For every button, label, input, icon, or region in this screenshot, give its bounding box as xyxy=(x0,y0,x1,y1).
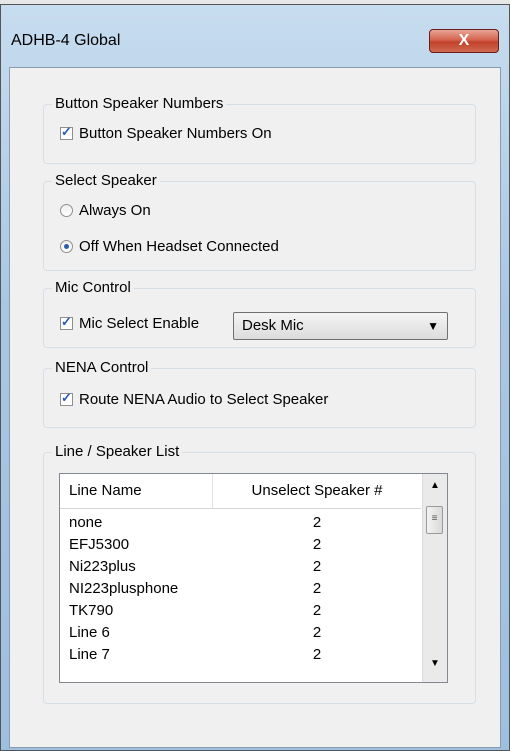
list-item[interactable]: NI223plusphone 2 xyxy=(60,578,421,600)
list-item[interactable]: Line 6 2 xyxy=(60,622,421,644)
cell-speaker-number: 2 xyxy=(312,646,322,663)
radio-off-when-headset[interactable]: Off When Headset Connected xyxy=(60,238,279,255)
listview-header: Line Name Unselect Speaker # xyxy=(60,474,421,509)
close-icon: X xyxy=(458,32,470,49)
route-nena-audio-row[interactable]: ✓ Route NENA Audio to Select Speaker xyxy=(60,390,329,408)
column-header-line-name[interactable]: Line Name xyxy=(60,474,213,508)
group-legend: Select Speaker xyxy=(52,172,160,189)
scroll-down-icon[interactable]: ▼ xyxy=(423,658,447,676)
cell-line-name: Line 7 xyxy=(69,646,110,663)
group-legend: Mic Control xyxy=(52,279,134,296)
cell-line-name: NI223plusphone xyxy=(69,580,179,597)
radio-always-on[interactable]: Always On xyxy=(60,202,151,219)
cell-speaker-number: 2 xyxy=(312,558,322,575)
vertical-scrollbar[interactable]: ▲ ≡ ▼ xyxy=(422,474,447,682)
cell-line-name: none xyxy=(69,514,103,531)
list-item[interactable]: Ni223plus 2 xyxy=(60,556,421,578)
check-icon: ✓ xyxy=(61,390,72,405)
radio-label: Always On xyxy=(79,202,151,219)
group-legend: Line / Speaker List xyxy=(52,443,183,460)
cell-speaker-number: 2 xyxy=(312,536,322,553)
checkbox-label: Button Speaker Numbers On xyxy=(79,125,272,142)
cell-line-name: Line 6 xyxy=(69,624,110,641)
button-speaker-numbers-checkbox-row[interactable]: ✓ Button Speaker Numbers On xyxy=(60,124,272,142)
dialog-window: ADHB-4 Global X Button Speaker Numbers ✓… xyxy=(0,4,510,751)
radio-button[interactable] xyxy=(60,204,73,217)
chevron-down-icon: ▼ xyxy=(427,319,439,333)
mic-select-enable-row[interactable]: ✓ Mic Select Enable xyxy=(60,314,200,332)
checkbox-label: Route NENA Audio to Select Speaker xyxy=(79,391,329,408)
cell-speaker-number: 2 xyxy=(312,580,322,597)
list-item[interactable]: none 2 xyxy=(60,512,421,534)
close-button[interactable]: X xyxy=(429,29,499,53)
line-speaker-listview[interactable]: Line Name Unselect Speaker # none 2 EFJ5… xyxy=(59,473,448,683)
checkbox[interactable]: ✓ xyxy=(60,124,73,140)
radio-selected-dot xyxy=(64,244,69,249)
scrollbar-thumb[interactable]: ≡ xyxy=(426,506,443,534)
cell-speaker-number: 2 xyxy=(312,624,322,641)
mic-select-dropdown[interactable]: Desk Mic ▼ xyxy=(233,312,448,340)
radio-button[interactable] xyxy=(60,240,73,253)
list-item[interactable]: Line 7 2 xyxy=(60,644,421,666)
select-speaker-group: Select Speaker xyxy=(43,172,476,271)
check-icon: ✓ xyxy=(61,124,72,139)
cell-speaker-number: 2 xyxy=(312,602,322,619)
list-item[interactable]: TK790 2 xyxy=(60,600,421,622)
dropdown-value: Desk Mic xyxy=(242,317,304,334)
list-item[interactable]: EFJ5300 2 xyxy=(60,534,421,556)
group-legend: NENA Control xyxy=(52,359,152,376)
checkbox[interactable]: ✓ xyxy=(60,390,73,406)
window-title: ADHB-4 Global xyxy=(11,32,121,49)
column-header-unselect-speaker[interactable]: Unselect Speaker # xyxy=(213,474,421,508)
group-legend: Button Speaker Numbers xyxy=(52,95,227,112)
checkbox-label: Mic Select Enable xyxy=(79,315,200,332)
cell-line-name: TK790 xyxy=(69,602,114,619)
cell-speaker-number: 2 xyxy=(312,514,322,531)
check-icon: ✓ xyxy=(61,314,72,329)
checkbox[interactable]: ✓ xyxy=(60,314,73,330)
cell-line-name: Ni223plus xyxy=(69,558,136,575)
cell-line-name: EFJ5300 xyxy=(69,536,130,553)
scroll-up-icon[interactable]: ▲ xyxy=(423,480,447,498)
listview-rows: none 2 EFJ5300 2 Ni223plus 2 NI223plusph… xyxy=(60,512,421,666)
radio-label: Off When Headset Connected xyxy=(79,238,279,255)
